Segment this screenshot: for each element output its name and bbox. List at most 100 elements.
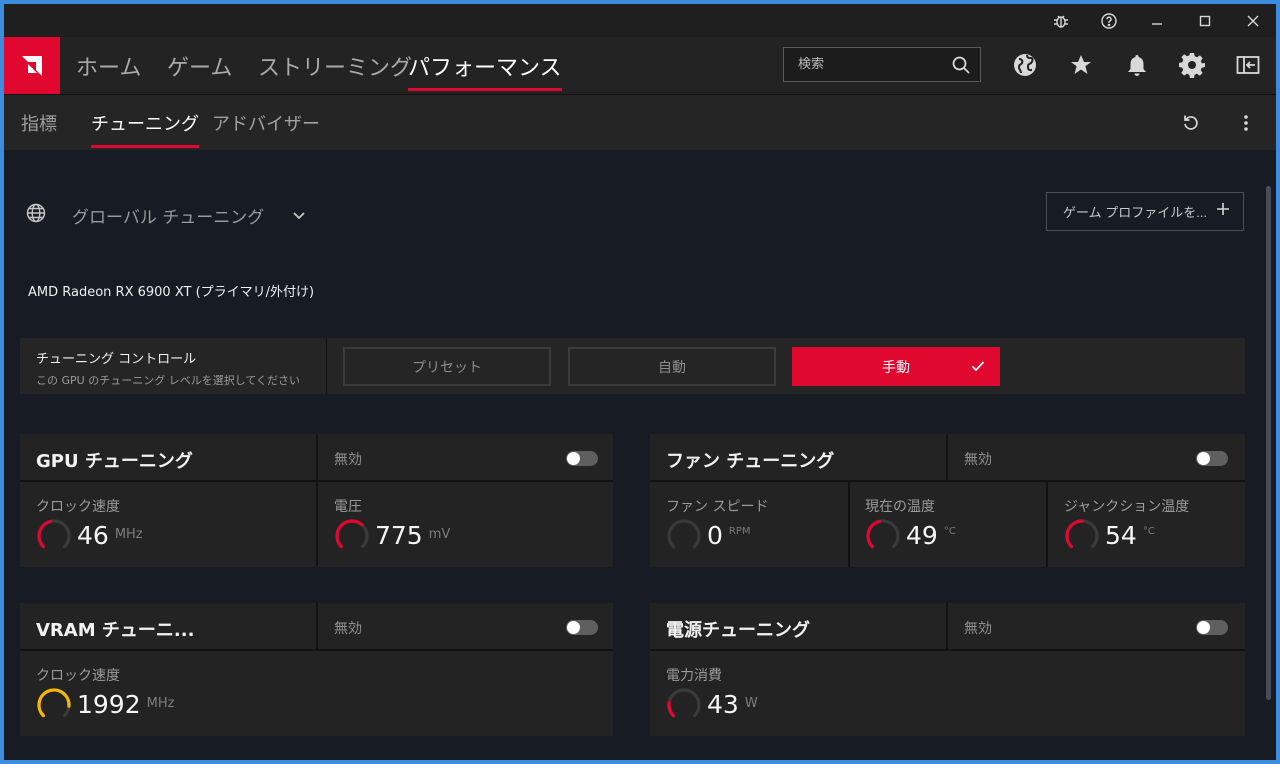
power-draw-label: 電力消費 [666, 668, 722, 684]
gpu-tuning-state: 無効 [334, 452, 362, 468]
tuning-control-subtitle: この GPU のチューニング レベルを選択してください [36, 374, 301, 387]
auto-mode-button[interactable]: 自動 [568, 347, 776, 386]
junction-temp-value: 54 [1105, 521, 1137, 550]
search-box [783, 47, 981, 82]
divider [326, 338, 327, 394]
maximize-icon[interactable] [1182, 4, 1228, 37]
divider [316, 434, 318, 567]
current-temp-unit: °C [943, 526, 956, 537]
star-icon[interactable] [1065, 49, 1097, 81]
gauge-icon [335, 519, 369, 549]
gpu-voltage-value: 775 [375, 521, 423, 550]
amd-logo[interactable] [4, 37, 60, 94]
fan-tuning-state: 無効 [964, 452, 992, 468]
gauge-fill [37, 519, 53, 549]
subtab-tuning[interactable]: チューニング [91, 95, 199, 151]
vram-tuning-title: VRAM チューニ... [36, 620, 195, 641]
tuning-control-text: チューニング コントロール この GPU のチューニング レベルを選択してくださ… [36, 348, 300, 388]
vram-clock-value-row: 1992 MHz [77, 690, 174, 719]
gpu-clock-value: 46 [77, 521, 109, 550]
current-temp-value-row: 49 °C [906, 521, 956, 550]
subtab-metrics[interactable]: 指標 [21, 95, 57, 151]
sub-nav: 指標 チューニング アドバイザー [4, 94, 1276, 150]
gauge-track [667, 519, 701, 549]
gpu-tuning-toggle[interactable] [566, 451, 598, 466]
search-icon[interactable] [952, 56, 970, 78]
gauge-icon [667, 519, 701, 549]
gpu-clock-label: クロック速度 [36, 499, 120, 515]
gpu-name: AMD Radeon RX 6900 XT (プライマリ/外付け) [28, 285, 315, 300]
subtab-advisor[interactable]: アドバイザー [212, 95, 320, 151]
power-draw-unit: W [744, 696, 758, 711]
help-icon[interactable] [1086, 4, 1132, 37]
divider [946, 603, 948, 651]
scrollbar[interactable] [1266, 186, 1271, 700]
manual-mode-label: 手動 [882, 359, 910, 376]
gauge-fill [335, 519, 364, 549]
junction-temp-unit: °C [1142, 526, 1155, 537]
main-nav: ホーム ゲーム ストリーミング パフォーマンス [4, 37, 1276, 94]
gauge-icon [1065, 519, 1099, 549]
divider [316, 603, 318, 651]
gauge-icon [866, 519, 900, 549]
power-tuning-panel: 電源チューニング 無効 電力消費 43 W [650, 603, 1245, 736]
fan-speed-unit: RPM [728, 526, 751, 537]
bug-icon[interactable] [1038, 4, 1084, 37]
divider [1046, 482, 1048, 567]
more-options-icon[interactable] [1240, 113, 1252, 133]
gpu-clock-value-row: 46 MHz [77, 521, 143, 550]
profile-selector[interactable]: グローバル チューニング [26, 196, 306, 234]
power-draw-value: 43 [707, 690, 739, 719]
minimize-icon[interactable] [1134, 4, 1180, 37]
current-temp-value: 49 [906, 521, 938, 550]
plus-icon [1215, 200, 1231, 223]
fan-tuning-panel: ファン チューニング 無効 ファン スピード 0 RPM 現在の温度 49 °C ジ… [650, 434, 1245, 567]
power-tuning-toggle[interactable] [1196, 620, 1228, 635]
gauge-icon [37, 519, 71, 549]
fan-tuning-toggle[interactable] [1196, 451, 1228, 466]
vram-tuning-toggle[interactable] [566, 620, 598, 635]
game-profile-label: ゲーム プロファイルを... [1063, 205, 1208, 220]
nav-tab-home[interactable]: ホーム [76, 37, 141, 94]
check-icon [970, 358, 986, 378]
gpu-voltage-label: 電圧 [334, 499, 362, 515]
vram-clock-label: クロック速度 [36, 668, 120, 684]
current-temp-label: 現在の温度 [865, 499, 935, 515]
close-icon[interactable] [1230, 4, 1276, 37]
vram-clock-unit: MHz [146, 696, 175, 711]
sidebar-icon[interactable] [1232, 49, 1264, 81]
power-tuning-state: 無効 [964, 621, 992, 637]
fan-speed-value-row: 0 RPM [707, 521, 751, 550]
gauge-fill [37, 688, 71, 718]
nav-tab-games[interactable]: ゲーム [167, 37, 232, 94]
reset-icon[interactable] [1181, 113, 1201, 133]
divider [848, 482, 850, 567]
gauge-icon [37, 688, 71, 718]
vram-tuning-panel: VRAM チューニ... 無効 クロック速度 1992 MHz [20, 603, 613, 736]
chevron-down-icon[interactable] [292, 206, 306, 225]
bell-icon[interactable] [1121, 49, 1153, 81]
game-profile-button[interactable]: ゲーム プロファイルを... [1046, 192, 1244, 231]
profile-label: グローバル チューニング [72, 207, 265, 228]
search-input[interactable] [784, 57, 944, 72]
globe-icon[interactable] [1009, 49, 1041, 81]
fan-speed-value: 0 [707, 521, 723, 550]
divider [946, 434, 948, 482]
vram-clock-value: 1992 [77, 690, 141, 719]
gpu-tuning-title: GPU チューニング [36, 451, 193, 472]
junction-temp-value-row: 54 °C [1105, 521, 1155, 550]
junction-temp-label: ジャンクション温度 [1064, 499, 1190, 515]
preset-mode-button[interactable]: プリセット [343, 347, 551, 386]
fan-speed-label: ファン スピード [666, 499, 769, 515]
power-draw-value-row: 43 W [707, 690, 758, 719]
globe-outline-icon [26, 203, 46, 227]
title-bar [4, 4, 1276, 37]
gauge-icon [667, 688, 701, 718]
gpu-voltage-value-row: 775 mV [375, 521, 450, 550]
manual-mode-button[interactable]: 手動 [792, 347, 1000, 386]
nav-tab-streaming[interactable]: ストリーミング [258, 37, 412, 94]
gear-icon[interactable] [1176, 49, 1208, 81]
auto-mode-label: 自動 [658, 359, 686, 376]
nav-tab-performance[interactable]: パフォーマンス [408, 37, 562, 94]
gauge-track [667, 688, 701, 718]
